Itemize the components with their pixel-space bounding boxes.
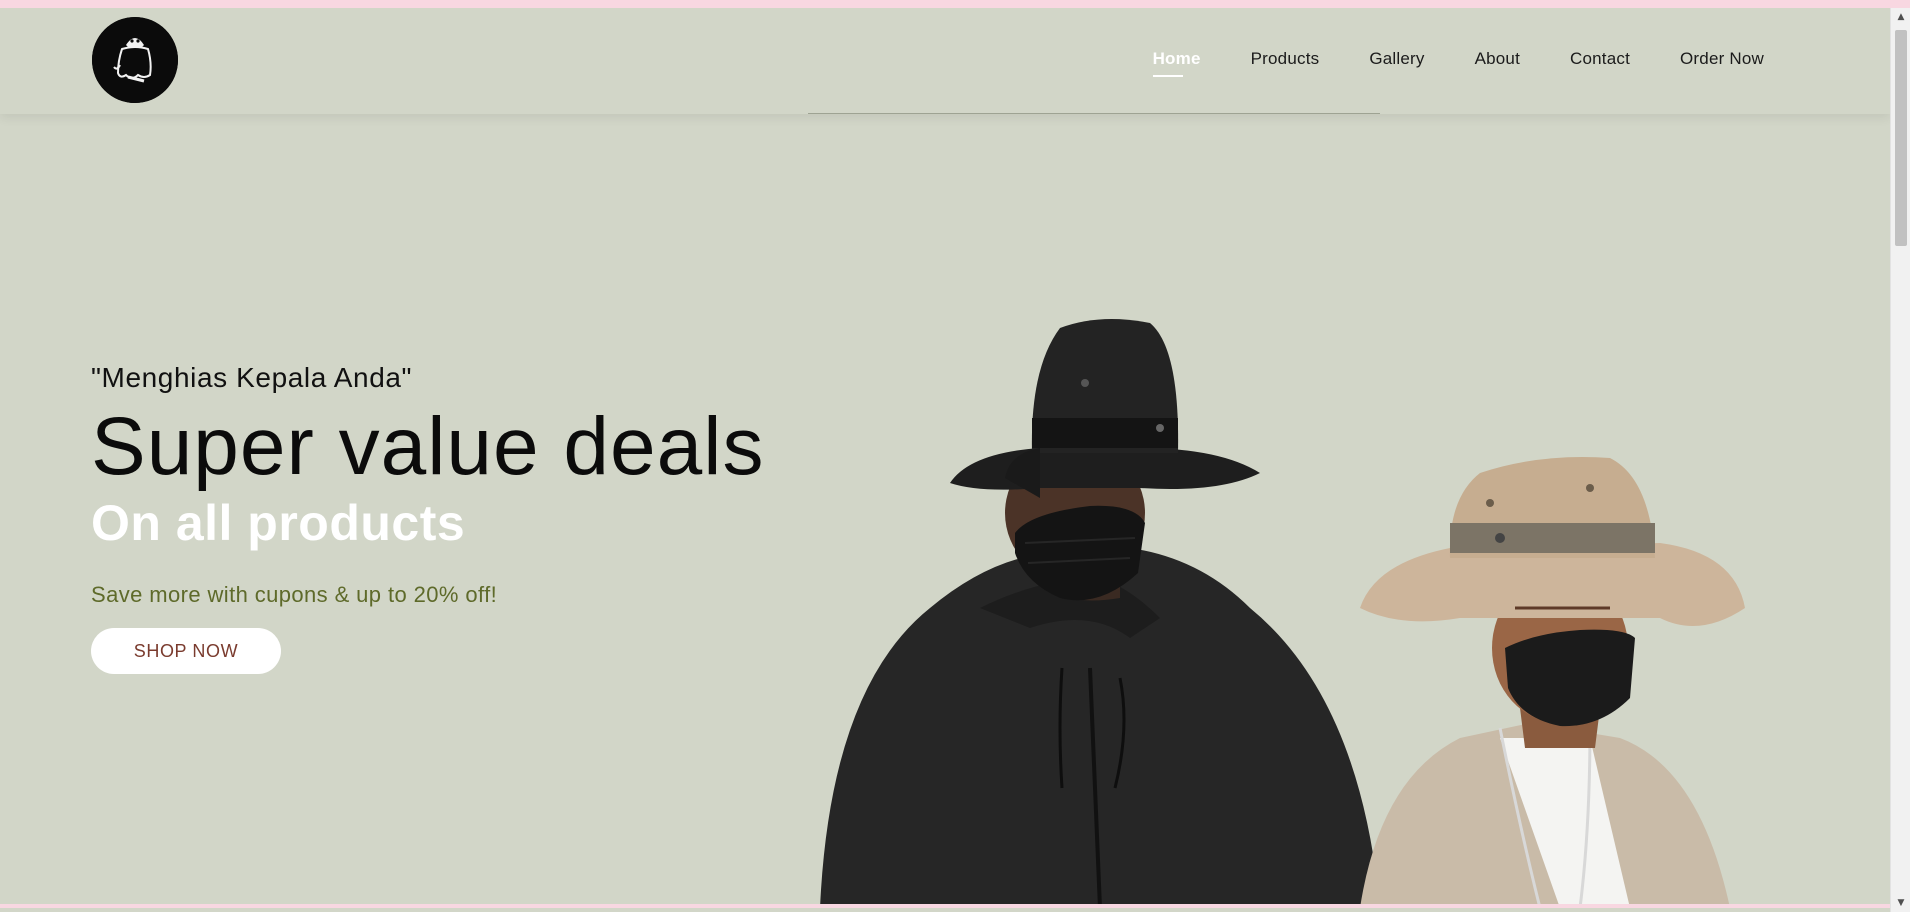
hero-tagline: "Menghias Kepala Anda" [91, 362, 413, 393]
hero-subhead: On all products [91, 495, 466, 551]
nav-home[interactable]: Home [1152, 49, 1201, 77]
header-divider [808, 113, 1380, 114]
brand-logo[interactable] [92, 17, 178, 103]
ghost-logo-icon [92, 17, 178, 103]
chevron-up-icon[interactable]: ▲ [1891, 8, 1910, 26]
hero-section: "Menghias Kepala Anda" Super value deals… [91, 362, 764, 674]
browser-bottom-strip [0, 904, 1890, 908]
hero-promo: Save more with cupons & up to 20% off! [91, 582, 498, 607]
scroll-thumb[interactable] [1895, 30, 1907, 246]
chevron-down-icon[interactable]: ▼ [1891, 894, 1910, 912]
landing-page: Home Products Gallery About Contact Orde… [0, 8, 1890, 908]
shop-now-button[interactable]: SHOP NOW [91, 628, 281, 674]
nav-order-now[interactable]: Order Now [1680, 49, 1764, 69]
nav-contact[interactable]: Contact [1570, 49, 1630, 69]
model-left-figure [820, 319, 1380, 908]
nav-about[interactable]: About [1475, 49, 1520, 69]
nav-products[interactable]: Products [1251, 49, 1320, 69]
main-nav: Home Products Gallery About Contact Orde… [1152, 49, 1764, 77]
browser-top-strip [0, 0, 1910, 8]
model-right-figure [1360, 457, 1745, 908]
site-header: Home Products Gallery About Contact Orde… [0, 8, 1890, 114]
hero-models-image [800, 308, 1890, 908]
hero-headline: Super value deals [91, 401, 765, 492]
nav-gallery[interactable]: Gallery [1369, 49, 1424, 69]
page-scrollbar[interactable]: ▲ ▼ [1890, 8, 1910, 912]
